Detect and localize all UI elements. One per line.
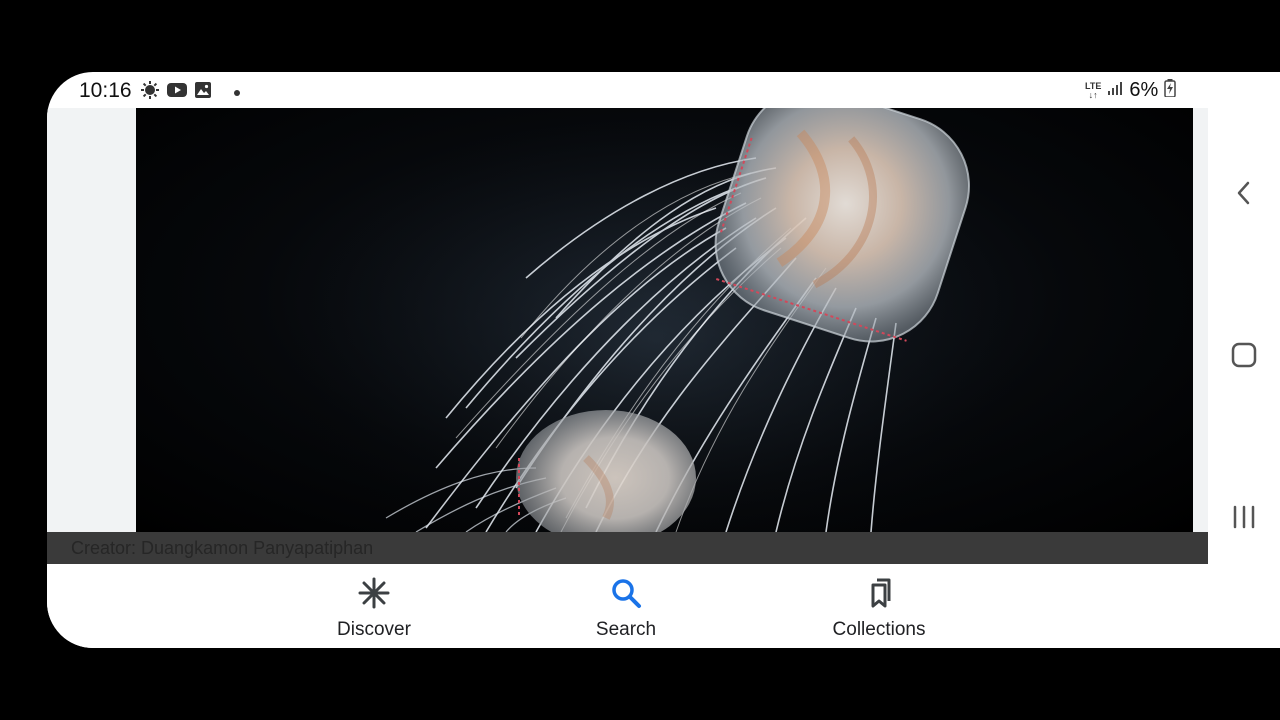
back-icon bbox=[1234, 180, 1254, 211]
nav-search[interactable]: Search bbox=[546, 576, 706, 641]
battery-percent: 6% bbox=[1129, 79, 1159, 101]
home-button[interactable] bbox=[1226, 339, 1262, 375]
brightness-icon bbox=[140, 80, 160, 105]
gallery-icon bbox=[194, 81, 212, 104]
system-navigation-bar bbox=[1208, 108, 1280, 648]
nav-search-label: Search bbox=[595, 619, 657, 640]
status-icons-left bbox=[140, 80, 241, 105]
youtube-icon bbox=[167, 82, 187, 103]
asterisk-icon bbox=[357, 576, 391, 615]
signal-icon bbox=[1107, 80, 1123, 101]
bottom-navigation: Discover Search Collections bbox=[47, 564, 1208, 648]
recent-apps-button[interactable] bbox=[1226, 501, 1262, 537]
search-icon bbox=[609, 576, 643, 615]
bookmarks-icon bbox=[862, 576, 896, 615]
lte-icon: LTE ↓↑ bbox=[1085, 80, 1102, 100]
back-button[interactable] bbox=[1226, 177, 1262, 213]
status-icons-right: LTE ↓↑ 6% bbox=[1085, 79, 1176, 102]
nav-collections[interactable]: Collections bbox=[799, 576, 959, 641]
battery-charging-icon bbox=[1164, 79, 1176, 102]
status-time: 10:16 bbox=[79, 79, 132, 102]
content-area: Creator: Duangkamon Panyapatiphan bbox=[47, 108, 1208, 564]
caption-bar: Creator: Duangkamon Panyapatiphan bbox=[47, 532, 1208, 564]
nav-discover[interactable]: Discover bbox=[294, 576, 454, 641]
nav-discover-label: Discover bbox=[337, 619, 411, 640]
status-bar: 10:16 LTE ↓↑ 6% bbox=[47, 72, 1280, 108]
photo-credit: Creator: Duangkamon Panyapatiphan bbox=[71, 538, 374, 558]
notification-dot-icon bbox=[233, 84, 241, 102]
phone-screen: 10:16 LTE ↓↑ 6% Creator: Duangkamon Pany… bbox=[47, 72, 1280, 648]
home-icon bbox=[1231, 342, 1257, 373]
jellyfish-photo[interactable] bbox=[136, 108, 1193, 532]
nav-collections-label: Collections bbox=[832, 619, 926, 640]
recent-apps-icon bbox=[1231, 504, 1257, 535]
